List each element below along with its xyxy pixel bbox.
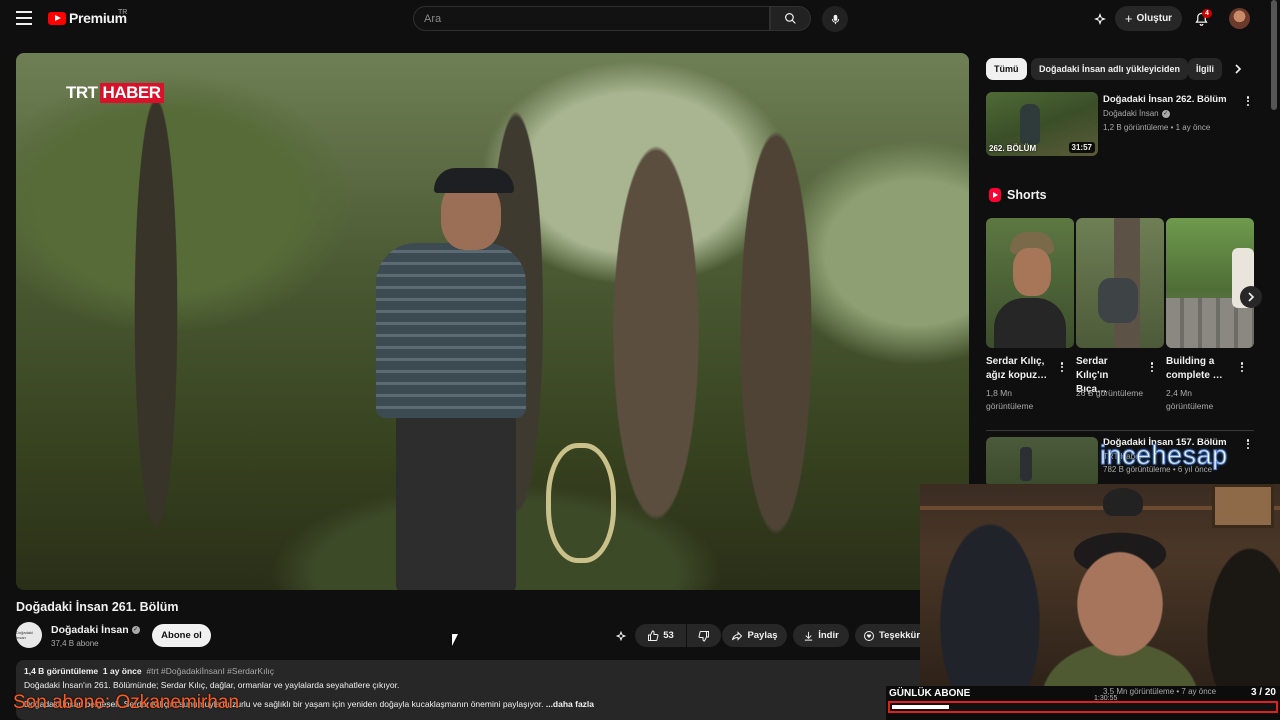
streamer-webcam	[920, 484, 1280, 686]
search-icon	[785, 13, 796, 24]
chip-from-uploader[interactable]: Doğadaki İnsan adlı yükleyiciden	[1031, 58, 1189, 80]
upload-time: 1 ay önce	[102, 666, 142, 676]
page-scrollbar[interactable]	[1271, 0, 1277, 110]
create-label: Oluştur	[1136, 13, 1173, 24]
logo-region: TR	[118, 9, 128, 16]
short-thumbnail[interactable]	[1076, 218, 1164, 348]
thumbs-down-icon	[698, 630, 709, 642]
channel-avatar[interactable]: Doğadaki İnsan	[16, 622, 42, 648]
recommended-thumbnail[interactable]	[986, 437, 1098, 487]
mouse-cursor-icon	[452, 634, 458, 646]
create-button[interactable]: + Oluştur	[1115, 6, 1182, 31]
sparkle-icon[interactable]	[613, 629, 629, 643]
view-count: 1,4 B görüntüleme	[24, 666, 99, 676]
recommended-meta: 1,2 B görüntüleme • 1 ay önce	[1103, 123, 1211, 132]
divider	[986, 430, 1254, 431]
video-frame-person	[376, 123, 546, 590]
last-subscriber: Son abone: Ozkanemirhan	[13, 692, 240, 713]
like-count: 53	[663, 630, 674, 641]
more-options-icon[interactable]	[1243, 437, 1253, 451]
subscribe-button[interactable]: Abone ol	[152, 624, 211, 647]
video-frame-rope	[546, 443, 616, 563]
shorts-icon	[989, 188, 1001, 202]
description-line-1: Doğadaki İnsan'ın 261. Bölümünde; Serdar…	[24, 680, 400, 690]
more-options-icon[interactable]	[1243, 94, 1253, 108]
short-views: 26 B görüntüleme	[1076, 388, 1144, 398]
chips-next-button[interactable]	[1229, 60, 1247, 78]
sponsor-watermark: incehesap	[1100, 440, 1228, 471]
dislike-button[interactable]	[687, 624, 721, 647]
thumbnail-episode-label: 262. BÖLÜM	[989, 144, 1037, 153]
chevron-right-icon	[1248, 292, 1255, 302]
more-options-icon[interactable]	[1057, 360, 1067, 374]
short-title[interactable]: Serdar Kılıç, ağız kopuz…	[986, 355, 1052, 383]
thanks-button[interactable]: Teşekkür	[855, 624, 921, 647]
notification-badge: 4	[1202, 9, 1212, 18]
chip-all[interactable]: Tümü	[986, 58, 1027, 80]
hashtags[interactable]: #trt #DoğadakiİnsanI #SerdarKılıç	[146, 666, 274, 676]
channel-name[interactable]: Doğadaki İnsan ✓	[51, 624, 140, 636]
download-button[interactable]: İndir	[793, 624, 849, 647]
recommended-title[interactable]: Doğadaki İnsan 262. Bölüm	[1103, 94, 1227, 105]
channel-name-text: Doğadaki İnsan	[51, 624, 129, 636]
chevron-right-icon	[1235, 64, 1242, 74]
recommended-channel-text: Doğadaki İnsan	[1103, 109, 1159, 118]
chip-related[interactable]: İlgili	[1188, 58, 1222, 80]
thanks-label: Teşekkür	[879, 630, 921, 641]
goal-progress-bar	[888, 701, 1278, 713]
goal-label: GÜNLÜK ABONE	[889, 688, 971, 699]
youtube-play-icon	[48, 11, 66, 25]
search-box[interactable]	[413, 6, 770, 31]
thumbs-up-icon	[648, 629, 659, 641]
shorts-heading: Shorts	[989, 188, 1047, 202]
short-title[interactable]: Building a complete …	[1166, 355, 1232, 383]
user-avatar[interactable]	[1229, 8, 1250, 29]
download-icon	[805, 631, 813, 641]
trt-logo-text: TRT	[66, 83, 98, 102]
more-options-icon[interactable]	[1237, 360, 1247, 374]
bonus-stars-button[interactable]	[1090, 9, 1110, 29]
haber-logo-text: HABER	[99, 83, 164, 103]
stream-timer: 1:30:55	[1094, 695, 1118, 702]
shorts-next-button[interactable]	[1240, 286, 1262, 308]
recommended-channel[interactable]: Doğadaki İnsan ✓	[1103, 109, 1170, 118]
short-thumbnail[interactable]	[1166, 218, 1254, 348]
video-player[interactable]: TRT HABER	[16, 53, 969, 590]
short-views: 2,4 Mn görüntüleme	[1166, 388, 1214, 411]
microphone-icon	[831, 14, 839, 24]
share-label: Paylaş	[747, 630, 778, 641]
daily-sub-goal: GÜNLÜK ABONE 3,5 Mn görüntüleme • 7 ay ö…	[886, 686, 1280, 720]
youtube-premium-logo[interactable]: Premium	[48, 10, 127, 26]
description-meta: 1,4 B görüntüleme 1 ay önce #trt #Doğada…	[24, 666, 961, 676]
sparkle-icon	[1094, 13, 1106, 25]
plus-icon: +	[1124, 11, 1133, 26]
voice-search-button[interactable]	[822, 6, 848, 32]
like-button[interactable]: 53	[635, 624, 686, 647]
more-options-icon[interactable]	[1147, 360, 1157, 374]
video-title: Doğadaki İnsan 261. Bölüm	[16, 600, 179, 614]
background-view-count: 3,5 Mn görüntüleme • 7 ay önce	[1103, 687, 1217, 696]
verified-icon: ✓	[1161, 109, 1170, 118]
channel-avatar-text: Doğadaki İnsan	[16, 630, 33, 640]
short-views: 1,8 Mn görüntüleme	[986, 388, 1034, 411]
download-label: İndir	[818, 630, 839, 641]
search-button[interactable]	[770, 6, 811, 31]
share-button[interactable]: Paylaş	[722, 624, 787, 647]
share-icon	[732, 630, 743, 641]
thanks-heart-icon	[864, 630, 874, 641]
subscriber-count: 37,4 B abone	[51, 639, 99, 648]
goal-progress-fill	[892, 705, 950, 709]
video-duration: 31:57	[1068, 142, 1095, 153]
show-more-link[interactable]: ...daha fazla	[546, 699, 594, 709]
recommended-thumbnail[interactable]: 262. BÖLÜM 31:57	[986, 92, 1098, 156]
short-thumbnail[interactable]	[986, 218, 1074, 348]
shorts-heading-text: Shorts	[1007, 188, 1047, 202]
verified-icon: ✓	[131, 626, 140, 635]
trt-haber-logo: TRT HABER	[66, 83, 164, 103]
top-bar: Premium TR + Oluştur 4	[0, 0, 1280, 38]
search-input[interactable]	[424, 12, 769, 25]
goal-count: 3 / 20	[1250, 687, 1276, 698]
menu-icon[interactable]	[16, 11, 32, 25]
